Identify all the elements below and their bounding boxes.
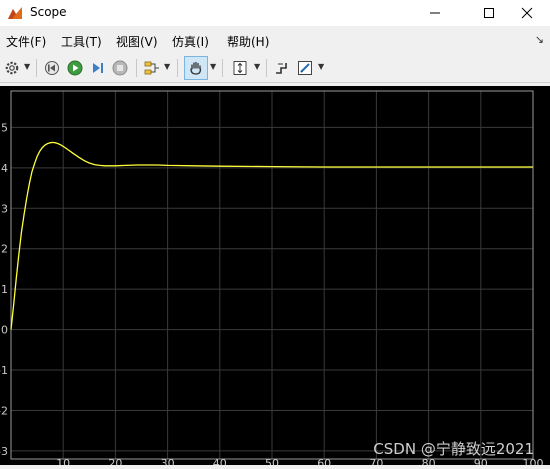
zoom-fit-icon bbox=[233, 61, 247, 75]
menu-tools[interactable]: 工具(T) bbox=[61, 33, 102, 50]
scope-display[interactable]: 543210-1-2-3 102030405060708090100 bbox=[0, 86, 550, 469]
toolbar-separator bbox=[222, 59, 223, 77]
close-icon bbox=[521, 7, 533, 19]
y-tick-label: 4 bbox=[1, 162, 8, 175]
scope-plot[interactable]: 543210-1-2-3 102030405060708090100 bbox=[0, 86, 550, 469]
y-tick-labels: 5 4 3 2 1 0 -1 -2 -3 bbox=[0, 121, 8, 458]
zoom-dropdown-icon[interactable]: ▼ bbox=[254, 62, 260, 71]
y-tick-label: 0 bbox=[1, 324, 8, 337]
y-tick-label: 3 bbox=[1, 202, 8, 215]
watermark: CSDN @宁静致远2021 bbox=[373, 440, 534, 458]
signal-tree-icon bbox=[144, 61, 159, 75]
maximize-icon bbox=[484, 8, 494, 18]
zoom-fit-button[interactable] bbox=[230, 58, 250, 78]
pan-hand-icon bbox=[190, 61, 202, 75]
minimize-icon bbox=[430, 12, 440, 14]
grid-lines bbox=[11, 91, 534, 459]
menu-simulation[interactable]: 仿真(I) bbox=[172, 33, 209, 50]
menu-bar: 文件(F) 工具(T) 视图(V) 仿真(I) 帮助(H) ↘ bbox=[0, 30, 550, 52]
close-button[interactable] bbox=[504, 0, 550, 26]
step-forward-icon bbox=[93, 63, 103, 73]
pan-dropdown-icon[interactable]: ▼ bbox=[210, 62, 216, 71]
menu-help[interactable]: 帮助(H) bbox=[227, 33, 269, 50]
toolbar: ▼ ▼ ▼ ▼ ▼ bbox=[0, 54, 550, 83]
toolbar-separator bbox=[136, 59, 137, 77]
signal-selector-button[interactable] bbox=[142, 58, 162, 78]
x-tick-label: 60 bbox=[317, 457, 331, 465]
window-title: Scope bbox=[30, 5, 67, 19]
y-tick-label: 5 bbox=[1, 121, 8, 134]
run-button[interactable] bbox=[65, 58, 85, 78]
y-tick-label: -1 bbox=[0, 364, 8, 377]
title-bar: Scope bbox=[0, 0, 550, 26]
stop-button[interactable] bbox=[110, 58, 130, 78]
undock-arrow-icon[interactable]: ↘ bbox=[535, 33, 544, 46]
toolbar-separator bbox=[36, 59, 37, 77]
step-back-button[interactable] bbox=[42, 58, 62, 78]
step-forward-button[interactable] bbox=[88, 58, 108, 78]
run-icon bbox=[67, 60, 83, 76]
x-tick-label: 30 bbox=[161, 457, 175, 465]
stop-icon bbox=[112, 60, 128, 76]
minimize-button[interactable] bbox=[412, 0, 458, 26]
gear-icon bbox=[5, 61, 19, 75]
settings-dropdown-icon[interactable]: ▼ bbox=[24, 62, 30, 71]
matlab-scope-icon bbox=[8, 7, 22, 19]
style-edit-icon bbox=[298, 61, 312, 75]
y-tick-label: 1 bbox=[1, 283, 8, 296]
y-tick-label: 2 bbox=[1, 243, 8, 256]
y-tick-label: -3 bbox=[0, 445, 8, 458]
x-tick-label: 10 bbox=[56, 457, 70, 465]
x-tick-label: 50 bbox=[265, 457, 279, 465]
menu-view[interactable]: 视图(V) bbox=[116, 33, 158, 50]
style-dropdown-icon[interactable]: ▼ bbox=[318, 62, 324, 71]
settings-button[interactable] bbox=[2, 58, 22, 78]
signal-dropdown-icon[interactable]: ▼ bbox=[164, 62, 170, 71]
toolbar-separator bbox=[266, 59, 267, 77]
pan-button[interactable] bbox=[186, 58, 206, 78]
menu-file[interactable]: 文件(F) bbox=[6, 33, 46, 50]
toolbar-separator bbox=[177, 59, 178, 77]
x-tick-label: 40 bbox=[213, 457, 227, 465]
cursor-measurements-button[interactable] bbox=[272, 58, 292, 78]
cursor-measure-icon bbox=[276, 63, 287, 74]
x-tick-label: 20 bbox=[108, 457, 122, 465]
step-back-icon bbox=[45, 61, 59, 75]
style-button[interactable] bbox=[295, 58, 315, 78]
y-tick-label: -2 bbox=[0, 404, 8, 417]
